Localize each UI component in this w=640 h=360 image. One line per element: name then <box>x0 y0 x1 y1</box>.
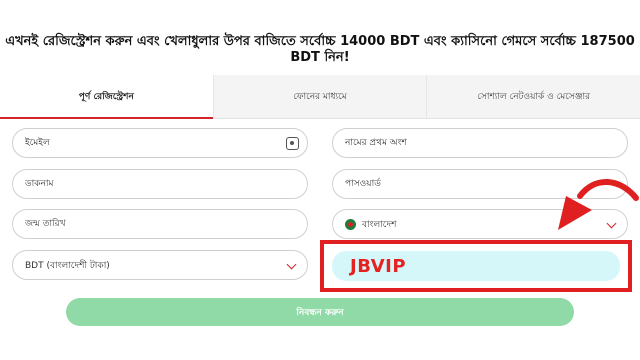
register-button[interactable]: নিবন্ধন করুন <box>66 298 574 326</box>
bangladesh-flag-icon <box>345 218 356 230</box>
country-value: বাংলাদেশ <box>362 219 397 230</box>
email-input[interactable] <box>25 129 307 157</box>
birthdate-input[interactable] <box>25 210 307 238</box>
nickname-field[interactable] <box>12 169 308 199</box>
email-field[interactable] <box>12 128 308 158</box>
currency-select[interactable]: BDT (বাংলাদেশী টাকা) <box>12 250 308 280</box>
tab-social-networks[interactable]: সোশ্যাল নেটওয়ার্ক ও মেসেঞ্জার <box>426 75 640 119</box>
currency-value: BDT (বাংলাদেশী টাকা) <box>25 260 110 271</box>
curved-arrow-icon <box>558 179 639 230</box>
chevron-down-icon[interactable] <box>286 259 297 270</box>
tab-full-registration[interactable]: পূর্ণ রেজিস্ট্রেশন <box>0 75 213 119</box>
promo-code-field[interactable]: JBVIP <box>332 251 620 281</box>
registration-headline: এখনই রেজিস্ট্রেশন করুন এবং খেলাধুলার উপর… <box>5 34 635 65</box>
registration-tabs: পূর্ণ রেজিস্ট্রেশন ফোনের মাধ্যমে সোশ্যাল… <box>0 75 640 119</box>
nickname-input[interactable] <box>25 170 307 198</box>
first-name-input[interactable] <box>345 129 627 157</box>
tab-by-phone[interactable]: ফোনের মাধ্যমে <box>212 75 427 119</box>
first-name-field[interactable] <box>332 128 628 158</box>
birthdate-field[interactable] <box>12 209 308 239</box>
scan-icon[interactable] <box>286 137 299 150</box>
promo-code-value: JBVIP <box>350 255 407 277</box>
